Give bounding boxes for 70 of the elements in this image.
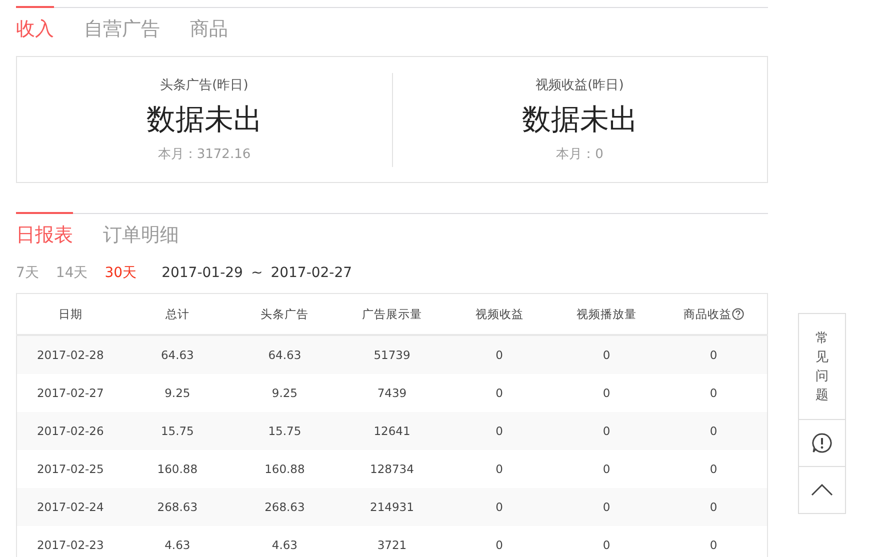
table-cell: 0: [710, 386, 718, 400]
column-header: 日期: [58, 306, 82, 322]
table-cell: 214931: [370, 500, 414, 514]
table-cell: 0: [710, 348, 718, 362]
table-cell: 0: [710, 538, 718, 552]
column-header: 商品收益: [684, 306, 732, 322]
table-cell: 12641: [374, 424, 410, 438]
table-cell: 0: [496, 424, 503, 438]
table-cell: 51739: [374, 348, 410, 362]
table-cell: 0: [602, 386, 610, 400]
range-link[interactable]: 14天: [56, 264, 88, 282]
table-cell: 0: [602, 538, 610, 552]
table-cell: 2017-02-25: [36, 462, 104, 476]
table-cell: 0: [602, 462, 610, 476]
table-cell: 0: [710, 462, 718, 476]
table-cell: 0: [710, 500, 718, 514]
tab[interactable]: 商品: [190, 6, 228, 43]
start-date: 2017-01-29: [162, 265, 243, 281]
table-cell: 2017-02-27: [36, 386, 104, 400]
column-header: 总计: [165, 306, 190, 322]
table-cell: 64.63: [268, 348, 302, 362]
table-cell: 2017-02-24: [36, 500, 104, 514]
table-cell: 0: [602, 424, 610, 438]
column-header: 视频播放量: [576, 306, 637, 322]
stat-value: 数据未出: [522, 101, 638, 138]
table-cell: 0: [496, 348, 503, 362]
table-cell: 15.75: [160, 424, 194, 438]
range-separator: ~: [250, 265, 263, 281]
column-header: 广告展示量: [362, 306, 422, 322]
table-cell: 9.25: [272, 386, 298, 400]
table-cell: 0: [496, 462, 503, 476]
month-total: 本月：0: [556, 146, 604, 163]
column-header: 视频收益: [475, 306, 524, 322]
faq-link[interactable]: 常见问题: [816, 330, 828, 406]
column-header: 头条广告: [260, 306, 309, 322]
table-cell: 2017-02-23: [36, 538, 104, 552]
table-cell: 0: [710, 424, 718, 438]
stat-title: 头条广告(昨日): [160, 77, 248, 94]
table-cell: 7439: [377, 386, 407, 400]
table-cell: 0: [602, 500, 610, 514]
table-cell: 2017-02-28: [36, 348, 104, 362]
table-cell: 9.25: [164, 386, 190, 400]
tab[interactable]: 自营广告: [84, 6, 160, 43]
table-cell: 268.63: [157, 500, 198, 514]
table-cell: 268.63: [264, 500, 305, 514]
table-cell: 15.75: [268, 424, 302, 438]
tab[interactable]: 收入: [16, 6, 54, 43]
feedback-icon[interactable]: [811, 432, 833, 454]
stat-value: 数据未出: [146, 101, 262, 138]
table-cell: 0: [496, 500, 503, 514]
stat-title: 视频收益(昨日): [536, 77, 624, 94]
help-icon[interactable]: [732, 308, 744, 320]
table-cell: 4.63: [272, 538, 298, 552]
range-link[interactable]: 30天: [104, 264, 137, 282]
tab[interactable]: 订单明细: [103, 212, 179, 249]
table-cell: 64.63: [160, 348, 194, 362]
table-cell: 128734: [370, 462, 414, 476]
table-cell: 0: [602, 348, 610, 362]
end-date: 2017-02-27: [270, 265, 352, 281]
range-link[interactable]: 7天: [16, 264, 39, 282]
table-cell: 0: [496, 538, 503, 552]
table-cell: 160.88: [157, 462, 198, 476]
table-cell: 4.63: [164, 538, 190, 552]
tab[interactable]: 日报表: [16, 212, 73, 249]
table-cell: 2017-02-26: [36, 424, 104, 438]
table-cell: 160.88: [264, 462, 305, 476]
month-total: 本月：3172.16: [158, 146, 251, 163]
table-cell: 3721: [377, 538, 407, 552]
back-to-top-icon[interactable]: [811, 484, 833, 496]
table-cell: 0: [496, 386, 503, 400]
